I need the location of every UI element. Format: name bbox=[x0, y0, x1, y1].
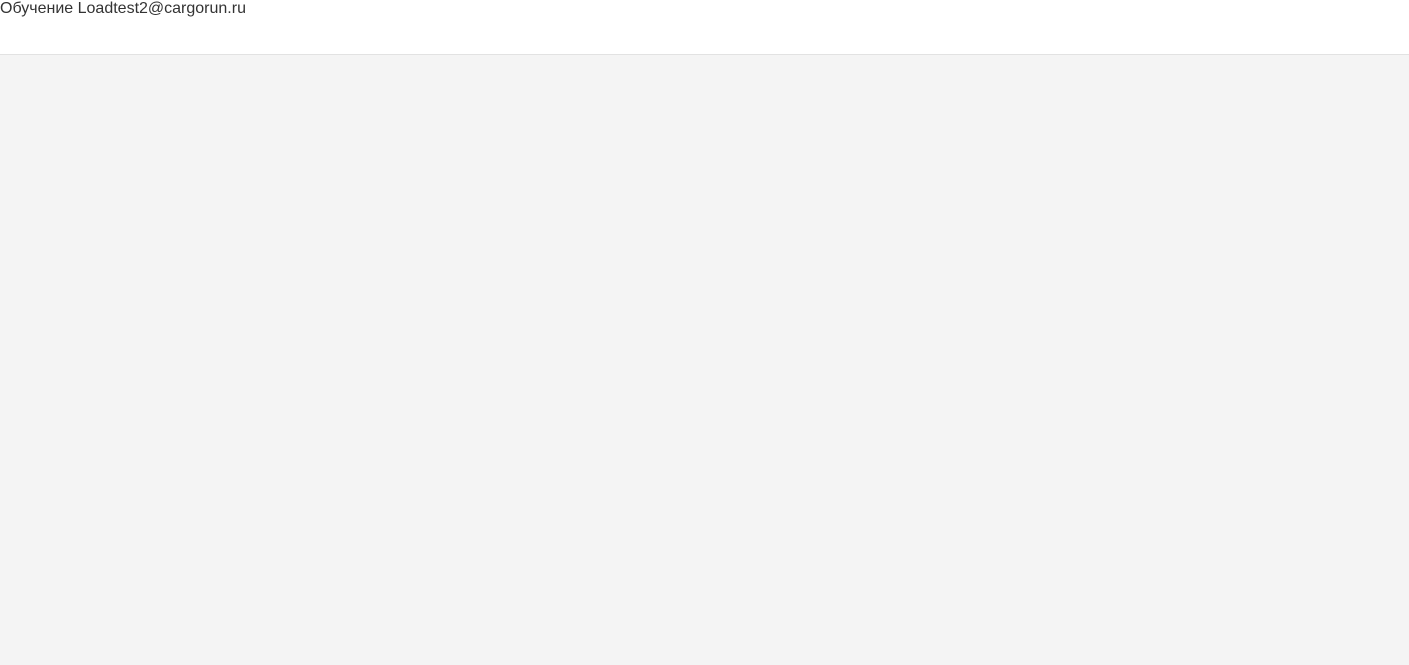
learn-link[interactable]: Обучение bbox=[0, 0, 73, 17]
user-menu[interactable]: Loadtest2@cargorun.ru bbox=[78, 0, 246, 17]
top-bar: Обучение Loadtest2@cargorun.ru bbox=[0, 0, 1409, 55]
